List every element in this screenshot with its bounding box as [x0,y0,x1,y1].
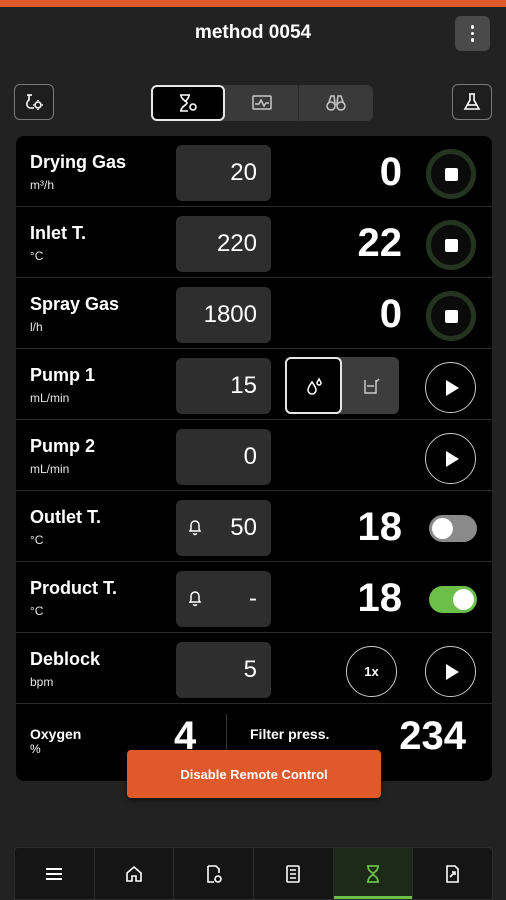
toggle-knob [432,518,453,539]
inlet-temp-actual-value: 22 [357,221,403,265]
row-label: Deblock [30,649,101,669]
lab-button[interactable] [452,84,492,120]
flask-gear-icon [26,94,43,110]
drying-gas-actual-value: 0 [379,150,402,194]
bottom-nav [14,847,493,900]
product-temp-toggle[interactable] [429,586,477,613]
row-pump-1: Pump 1 mL/min 15 [16,349,492,420]
stop-icon [444,309,458,323]
deblock-play-button[interactable] [425,646,476,697]
deblock-rate-input[interactable]: 5 [176,642,271,698]
outlet-temp-actual-value: 18 [357,505,403,549]
row-deblock: Deblock bpm 5 1x [16,633,492,704]
inlet-temp-stop-button[interactable] [426,220,476,270]
row-drying-gas: Drying Gas m³/h 20 0 [16,136,492,207]
binoculars-icon [326,95,346,111]
row-unit: bpm [30,675,54,689]
row-pump-2: Pump 2 mL/min 0 [16,420,492,491]
droplets-icon [306,376,322,395]
pump-1-setpoint-input[interactable]: 15 [176,358,271,414]
row-label: Inlet T. [30,223,87,243]
outlet-temp-alarm-input[interactable]: 50 [176,500,271,556]
outlet-temp-toggle[interactable] [429,515,477,542]
filter-pressure-label: Filter press. [250,726,330,742]
product-temp-alarm-value: - [249,585,257,612]
row-outlet-temp: Outlet T. °C 50 18 [16,491,492,562]
pump-2-play-button[interactable] [425,433,476,484]
more-menu-button[interactable] [455,16,490,51]
spray-gas-stop-button[interactable] [426,291,476,341]
beaker-icon [363,377,380,394]
document-export-icon [445,864,459,883]
tab-observe[interactable] [299,85,373,121]
oxygen-unit: % [30,742,41,756]
outlet-temp-alarm-value: 50 [230,514,257,541]
row-label: Outlet T. [30,507,101,527]
row-spray-gas: Spray Gas l/h 1800 0 [16,278,492,349]
toggle-knob [453,589,474,610]
page-title: method 0054 [194,22,312,43]
pump-1-feed-selector [285,357,399,414]
product-temp-actual-value: 18 [357,576,403,620]
row-unit: °C [30,604,44,618]
row-label: Pump 1 [30,365,96,385]
row-unit: m³/h [30,178,54,192]
feed-solvent-option[interactable] [342,357,399,414]
document-settings-icon [206,864,222,883]
inlet-temp-setpoint-input[interactable]: 220 [176,216,271,272]
menu-icon [46,867,63,880]
row-unit: mL/min [30,462,70,476]
pump-2-setpoint-input[interactable]: 0 [176,429,271,485]
play-icon [446,450,459,467]
disable-remote-control-button[interactable]: Disable Remote Control [127,750,381,798]
monitor-chart-icon [251,95,272,110]
nav-methods[interactable] [174,848,255,899]
tab-monitor[interactable] [225,85,299,121]
row-label: Drying Gas [30,152,127,172]
feed-sample-option[interactable] [285,357,342,414]
bell-icon [188,591,202,607]
row-label: Spray Gas [30,294,120,314]
deblock-multiplier-button[interactable]: 1x [346,646,397,697]
hourglass-settings-icon [180,94,197,112]
drying-gas-stop-button[interactable] [426,149,476,199]
hourglass-icon [367,864,380,883]
bell-icon [188,520,202,536]
filter-pressure-value: 234 [399,714,466,758]
nav-home[interactable] [95,848,175,899]
nav-process[interactable] [333,848,414,899]
pump-1-play-button[interactable] [425,362,476,413]
stop-icon [444,167,458,181]
spray-gas-setpoint-input[interactable]: 1800 [176,287,271,343]
row-label: Pump 2 [30,436,96,456]
nav-protocol[interactable] [254,848,334,899]
nav-export[interactable] [413,848,492,899]
drying-gas-setpoint-input[interactable]: 20 [176,145,271,201]
row-unit: mL/min [30,391,70,405]
top-accent-bar [0,0,506,7]
row-unit: °C [30,533,44,547]
oxygen-label: Oxygen [30,726,82,742]
more-vertical-icon [470,25,475,42]
home-icon [126,865,142,882]
product-temp-alarm-input[interactable]: - [176,571,271,627]
stop-icon [444,238,458,252]
play-icon [446,663,459,680]
tab-process[interactable] [151,85,225,121]
row-inlet-temp: Inlet T. °C 220 22 [16,207,492,278]
nav-menu[interactable] [15,848,95,899]
view-tabs [151,85,373,121]
row-product-temp: Product T. °C - 18 [16,562,492,633]
row-label: Product T. [30,578,118,598]
recipe-settings-button[interactable] [14,84,54,120]
process-panel: Drying Gas m³/h 20 0 Inlet T. °C 220 22 … [16,136,492,781]
row-unit: °C [30,249,44,263]
play-icon [446,379,459,396]
spray-gas-actual-value: 0 [379,292,402,336]
flask-icon [463,93,481,110]
row-unit: l/h [30,320,43,334]
checklist-icon [286,864,301,883]
